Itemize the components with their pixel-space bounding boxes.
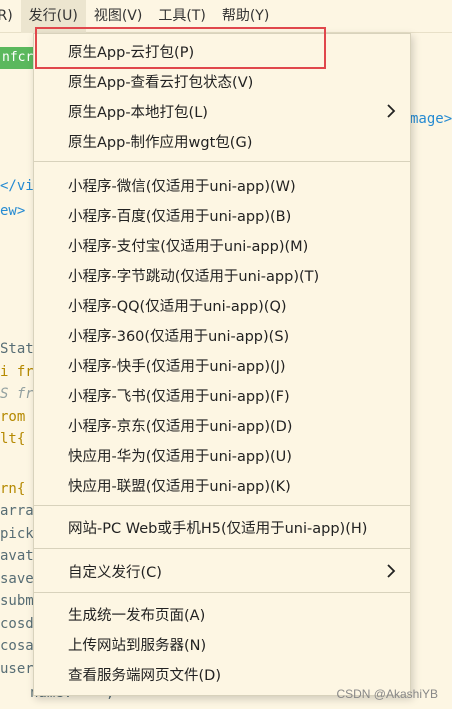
code-line: arra [0, 503, 34, 519]
menu-separator [34, 161, 410, 162]
menu-separator [34, 548, 410, 549]
menu-item-mp-qq[interactable]: 小程序-QQ(仅适用于uni-app)(Q) [34, 290, 410, 320]
code-line: ew> [0, 203, 26, 219]
menu-item-wgt-package[interactable]: 原生App-制作应用wgt包(G) [34, 126, 410, 156]
menu-item-mp-baidu[interactable]: 小程序-百度(仅适用于uni-app)(B) [34, 200, 410, 230]
code-line: i fr [0, 364, 34, 380]
menu-item-custom-publish[interactable]: 自定义发行(C) [34, 556, 410, 586]
code-line: mage> [410, 111, 452, 127]
code-line: avat [0, 548, 34, 564]
code-line: lt{ [0, 431, 26, 447]
chevron-right-icon [386, 96, 396, 126]
code-line: S fr [0, 386, 34, 402]
editor-highlight-tab: nfcr [0, 47, 34, 69]
menu-item-mp-toutiao[interactable]: 小程序-字节跳动(仅适用于uni-app)(T) [34, 260, 410, 290]
menu-view[interactable]: 视图(V) [86, 0, 151, 33]
menu-bar: (R) 发行(U) 视图(V) 工具(T) 帮助(Y) [0, 0, 452, 33]
menu-separator [34, 592, 410, 593]
menu-publish[interactable]: 发行(U) [20, 0, 86, 33]
publish-dropdown-menu: 原生App-云打包(P) 原生App-查看云打包状态(V) 原生App-本地打包… [33, 33, 411, 696]
menu-item-upload-server[interactable]: 上传网站到服务器(N) [34, 629, 410, 659]
menu-item-cloud-package[interactable]: 原生App-云打包(P) [34, 36, 410, 66]
menu-item-unified-page[interactable]: 生成统一发布页面(A) [34, 599, 410, 629]
menu-item-view-server-files[interactable]: 查看服务端网页文件(D) [34, 659, 410, 689]
menu-help[interactable]: 帮助(Y) [214, 0, 277, 33]
menu-item-cloud-status[interactable]: 原生App-查看云打包状态(V) [34, 66, 410, 96]
watermark: CSDN @AkashiYB [336, 687, 438, 701]
code-line: user [0, 661, 34, 677]
menu-item-mp-lark[interactable]: 小程序-飞书(仅适用于uni-app)(F) [34, 380, 410, 410]
menu-item-web-h5[interactable]: 网站-PC Web或手机H5(仅适用于uni-app)(H) [34, 512, 410, 542]
menu-item-mp-weixin[interactable]: 小程序-微信(仅适用于uni-app)(W) [34, 170, 410, 200]
menu-item-mp-360[interactable]: 小程序-360(仅适用于uni-app)(S) [34, 320, 410, 350]
menu-run[interactable]: (R) [0, 0, 21, 33]
code-line: cosd [0, 616, 34, 632]
code-line: rn{ [0, 481, 26, 497]
code-line: rom [0, 409, 26, 425]
code-line: </vi [0, 178, 34, 194]
menu-item-mp-jd[interactable]: 小程序-京东(仅适用于uni-app)(D) [34, 410, 410, 440]
code-line: pick [0, 526, 34, 542]
menu-item-quickapp-union[interactable]: 快应用-联盟(仅适用于uni-app)(K) [34, 470, 410, 500]
menu-item-mp-alipay[interactable]: 小程序-支付宝(仅适用于uni-app)(M) [34, 230, 410, 260]
code-line: subm [0, 593, 34, 609]
menu-item-quickapp-huawei[interactable]: 快应用-华为(仅适用于uni-app)(U) [34, 440, 410, 470]
code-line: Stat [0, 341, 34, 357]
code-line: cosa [0, 638, 34, 654]
menu-tools[interactable]: 工具(T) [150, 0, 213, 33]
code-line: save [0, 571, 34, 587]
chevron-right-icon [386, 556, 396, 586]
menu-item-mp-kuaishou[interactable]: 小程序-快手(仅适用于uni-app)(J) [34, 350, 410, 380]
menu-separator [34, 505, 410, 506]
menu-item-local-package[interactable]: 原生App-本地打包(L) [34, 96, 410, 126]
